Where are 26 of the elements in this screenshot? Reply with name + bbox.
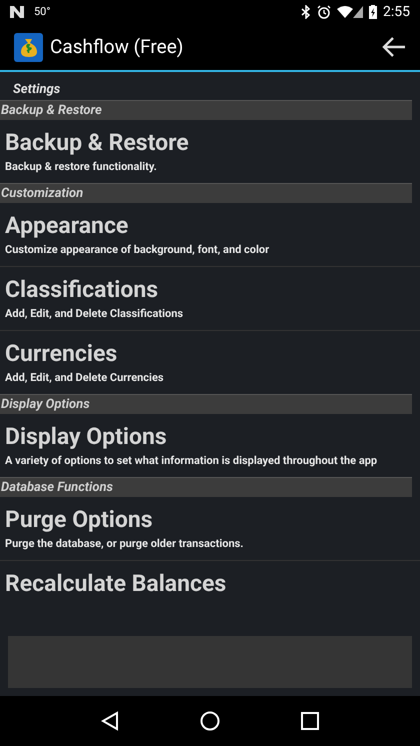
settings-item[interactable]: Classifications Add, Edit, and Delete Classifications	[0, 267, 420, 331]
battery-icon	[369, 5, 377, 19]
section-header: Customization	[0, 183, 412, 203]
settings-item[interactable]: Backup & Restore Backup & restore functionality.	[0, 120, 420, 183]
alarm-icon	[317, 5, 331, 19]
section-header: Database Functions	[0, 477, 412, 497]
settings-item[interactable]: Purge Options Purge the database, or purge older transactions.	[0, 497, 420, 561]
screen-title: Settings	[13, 80, 60, 98]
temperature: 50°	[34, 4, 50, 20]
wifi-icon	[337, 6, 353, 18]
home-icon[interactable]	[200, 711, 220, 731]
settings-item[interactable]: Recalculate Balances	[0, 561, 420, 607]
clock: 2:55	[383, 2, 410, 22]
recents-icon[interactable]	[301, 712, 320, 730]
money-bag-icon	[14, 32, 43, 62]
section-header: Display Options	[0, 394, 412, 414]
app-title: Cashflow (Free)	[50, 34, 184, 60]
settings-item[interactable]: Display Options A variety of options to set what information is displayed throughout the app	[0, 414, 420, 477]
back-arrow-icon[interactable]	[382, 37, 406, 57]
section-header: Backup & Restore	[0, 100, 412, 120]
settings-item[interactable]: Currencies Add, Edit, and Delete Currencies	[0, 331, 420, 394]
bluetooth-icon	[301, 5, 311, 19]
notification-icon	[10, 6, 24, 18]
back-icon[interactable]	[100, 711, 119, 731]
settings-item[interactable]: Appearance Customize appearance of background, font, and color	[0, 203, 420, 267]
signal-icon	[353, 6, 363, 18]
